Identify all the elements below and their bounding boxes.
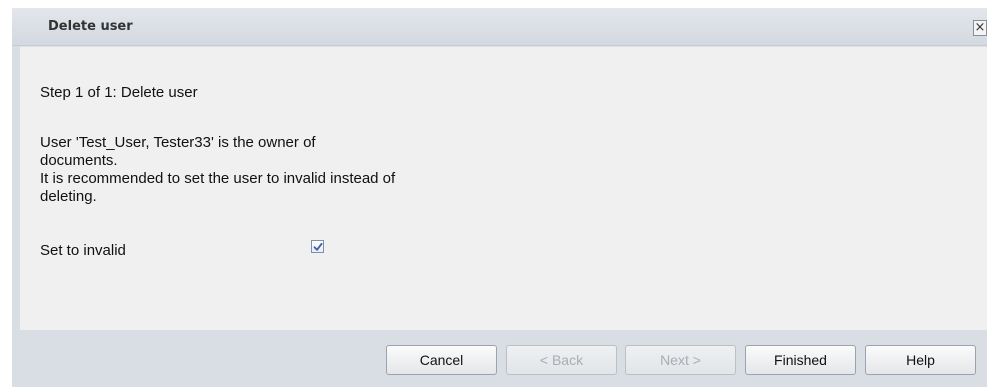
delete-user-dialog: Delete user × Step 1 of 1: Delete user U…	[12, 8, 987, 387]
warning-message: User 'Test_User, Tester33' is the owner …	[40, 134, 520, 206]
close-icon: ×	[974, 20, 986, 35]
dialog-title: Delete user	[48, 19, 133, 34]
close-button[interactable]: ×	[973, 20, 987, 36]
message-line: It is recommended to set the user to inv…	[40, 170, 396, 187]
message-line: deleting.	[40, 188, 97, 205]
set-invalid-label: Set to invalid	[40, 242, 126, 259]
dialog-titlebar: Delete user ×	[12, 8, 987, 46]
next-button[interactable]: Next >	[625, 345, 736, 375]
checkmark-icon	[313, 242, 323, 251]
message-line: User 'Test_User, Tester33' is the owner …	[40, 134, 316, 151]
finished-button[interactable]: Finished	[745, 345, 856, 375]
dialog-content: Step 1 of 1: Delete user User 'Test_User…	[20, 46, 987, 330]
message-line: documents.	[40, 152, 118, 169]
back-button[interactable]: < Back	[506, 345, 617, 375]
cancel-button[interactable]: Cancel	[386, 345, 497, 375]
help-button[interactable]: Help	[865, 345, 976, 375]
step-indicator: Step 1 of 1: Delete user	[40, 84, 198, 101]
set-invalid-checkbox[interactable]	[311, 240, 324, 253]
dialog-footer: Cancel < Back Next > Finished Help	[12, 338, 987, 387]
